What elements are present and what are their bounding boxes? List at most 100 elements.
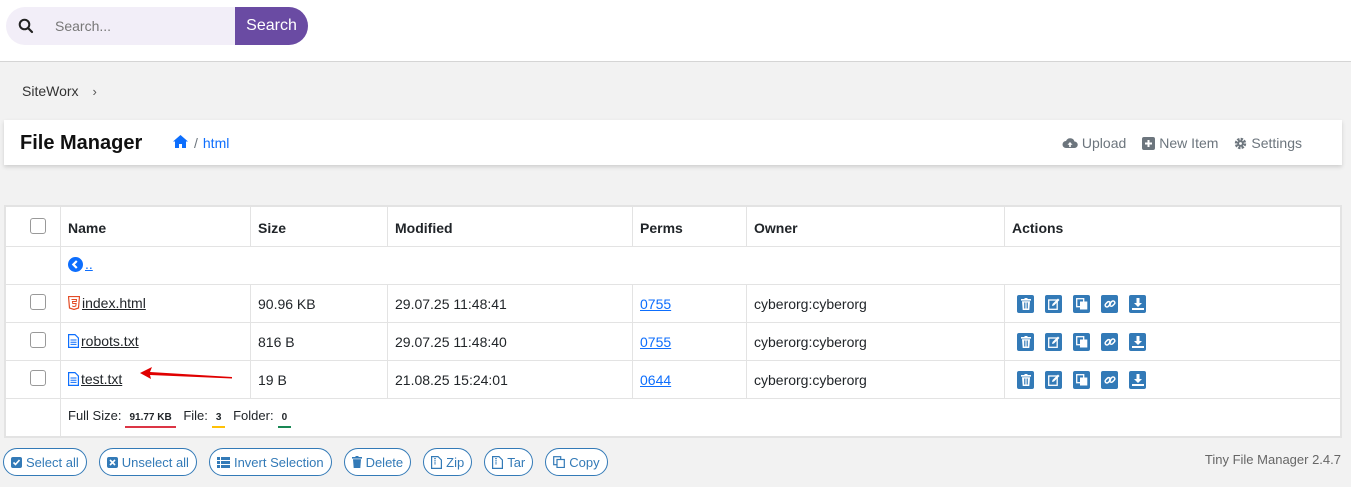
download-icon[interactable]	[1129, 294, 1146, 313]
file-link[interactable]: index.html	[68, 295, 146, 311]
chevron-right-icon: ›	[92, 83, 97, 99]
table-row: index.html 90.96 KB 29.07.25 11:48:41 07…	[5, 284, 1341, 323]
summary-cell: Full Size: 91.77 KB File: 3 Folder: 0	[60, 398, 1341, 437]
path-breadcrumb: / html	[172, 134, 229, 152]
download-icon[interactable]	[1129, 370, 1146, 389]
file-link[interactable]: test.txt	[68, 371, 122, 387]
perms-link[interactable]: 0644	[640, 372, 671, 388]
zip-button[interactable]: Zip	[423, 448, 473, 476]
empty-cell	[5, 246, 61, 285]
new-item-button[interactable]: New Item	[1142, 135, 1218, 151]
file-name: test.txt	[81, 370, 123, 387]
settings-label: Settings	[1251, 135, 1302, 151]
file-actions-cell	[1004, 322, 1341, 361]
perms-link[interactable]: 0755	[640, 296, 671, 312]
text-file-icon	[68, 371, 79, 386]
copy-label: Copy	[569, 454, 600, 470]
file-name-cell: robots.txt	[60, 322, 251, 361]
file-actions-cell	[1004, 360, 1341, 399]
column-header-owner[interactable]: Owner	[746, 206, 1005, 247]
tar-label: Tar	[507, 454, 526, 470]
folder-count-label: Folder:	[233, 407, 274, 423]
file-name: index.html	[82, 294, 146, 311]
link-icon[interactable]	[1101, 370, 1118, 389]
settings-button[interactable]: Settings	[1234, 135, 1302, 151]
column-header-name[interactable]: Name	[60, 206, 251, 247]
link-icon[interactable]	[1101, 294, 1118, 313]
upload-label: Upload	[1081, 135, 1127, 151]
text-file-icon	[68, 333, 79, 348]
page-title: File Manager	[20, 132, 143, 154]
link-icon[interactable]	[1101, 332, 1118, 351]
table-footer-row: Full Size: 91.77 KB File: 3 Folder: 0	[5, 398, 1341, 437]
search-icon[interactable]	[6, 7, 46, 45]
file-owner: cyberorg:cyberorg	[746, 360, 1005, 399]
parent-dir-link[interactable]: ..	[68, 256, 93, 272]
row-checkbox-cell	[5, 360, 61, 399]
trash-icon	[351, 456, 362, 468]
full-size-value: 91.77 KB	[125, 412, 176, 428]
edit-icon[interactable]	[1045, 370, 1062, 389]
tar-button[interactable]: Tar	[484, 448, 534, 476]
file-perms-cell: 0755	[632, 284, 747, 323]
plus-square-icon	[1142, 136, 1156, 150]
gear-icon	[1235, 137, 1247, 149]
zip-label: Zip	[446, 454, 465, 470]
header-actions: Upload New Item Settings	[1062, 135, 1302, 151]
bulk-actions-bar: Select all Unselect all Invert Selection…	[3, 448, 608, 476]
delete-icon[interactable]	[1017, 294, 1034, 313]
file-perms-cell: 0644	[632, 360, 747, 399]
file-manager-header: File Manager / html Upload New Item Sett…	[4, 120, 1342, 165]
top-bar: Search	[0, 0, 1351, 62]
row-checkbox-cell	[5, 322, 61, 361]
copy-icon[interactable]	[1073, 370, 1090, 389]
download-icon[interactable]	[1129, 332, 1146, 351]
copy-icon	[553, 456, 566, 468]
x-square-icon	[106, 456, 118, 468]
file-size: 19 B	[250, 360, 388, 399]
copy-icon[interactable]	[1073, 294, 1090, 313]
unselect-all-button[interactable]: Unselect all	[98, 448, 197, 476]
edit-icon[interactable]	[1045, 332, 1062, 351]
file-table: Name Size Modified Perms Owner Actions .…	[4, 205, 1342, 438]
upload-button[interactable]: Upload	[1062, 135, 1126, 151]
path-separator: /	[194, 135, 198, 151]
path-html-link[interactable]: html	[203, 135, 229, 151]
file-link[interactable]: robots.txt	[68, 333, 139, 349]
breadcrumb-siteworx[interactable]: SiteWorx	[22, 83, 79, 99]
file-owner: cyberorg:cyberorg	[746, 284, 1005, 323]
check-square-icon	[11, 456, 22, 468]
delete-icon[interactable]	[1017, 370, 1034, 389]
select-all-button[interactable]: Select all	[3, 448, 87, 476]
copy-button[interactable]: Copy	[545, 448, 608, 476]
table-header-row: Name Size Modified Perms Owner Actions	[5, 206, 1341, 247]
delete-label: Delete	[365, 454, 404, 470]
file-actions-cell	[1004, 284, 1341, 323]
invert-selection-button[interactable]: Invert Selection	[208, 448, 332, 476]
archive-file-icon	[431, 455, 443, 469]
row-checkbox[interactable]	[30, 332, 46, 348]
table-row: robots.txt 816 B 29.07.25 11:48:40 0755 …	[5, 322, 1341, 361]
file-perms-cell: 0755	[632, 322, 747, 361]
file-count-label: File:	[183, 407, 208, 423]
row-checkbox[interactable]	[30, 294, 46, 310]
column-header-size[interactable]: Size	[250, 206, 388, 247]
file-size: 90.96 KB	[250, 284, 388, 323]
invert-selection-label: Invert Selection	[233, 454, 324, 470]
search-input[interactable]	[46, 7, 235, 45]
column-header-modified[interactable]: Modified	[387, 206, 633, 247]
row-checkbox-cell	[5, 284, 61, 323]
home-icon[interactable]	[172, 134, 189, 152]
search-button[interactable]: Search	[235, 7, 308, 45]
delete-button[interactable]: Delete	[343, 448, 412, 476]
column-header-actions: Actions	[1004, 206, 1341, 247]
edit-icon[interactable]	[1045, 294, 1062, 313]
file-count-value: 3	[211, 412, 226, 428]
select-all-checkbox[interactable]	[30, 218, 46, 234]
perms-link[interactable]: 0755	[640, 334, 671, 350]
version-label: Tiny File Manager 2.4.7	[1204, 452, 1341, 467]
copy-icon[interactable]	[1073, 332, 1090, 351]
column-header-perms[interactable]: Perms	[632, 206, 747, 247]
delete-icon[interactable]	[1017, 332, 1034, 351]
row-checkbox[interactable]	[30, 370, 46, 386]
